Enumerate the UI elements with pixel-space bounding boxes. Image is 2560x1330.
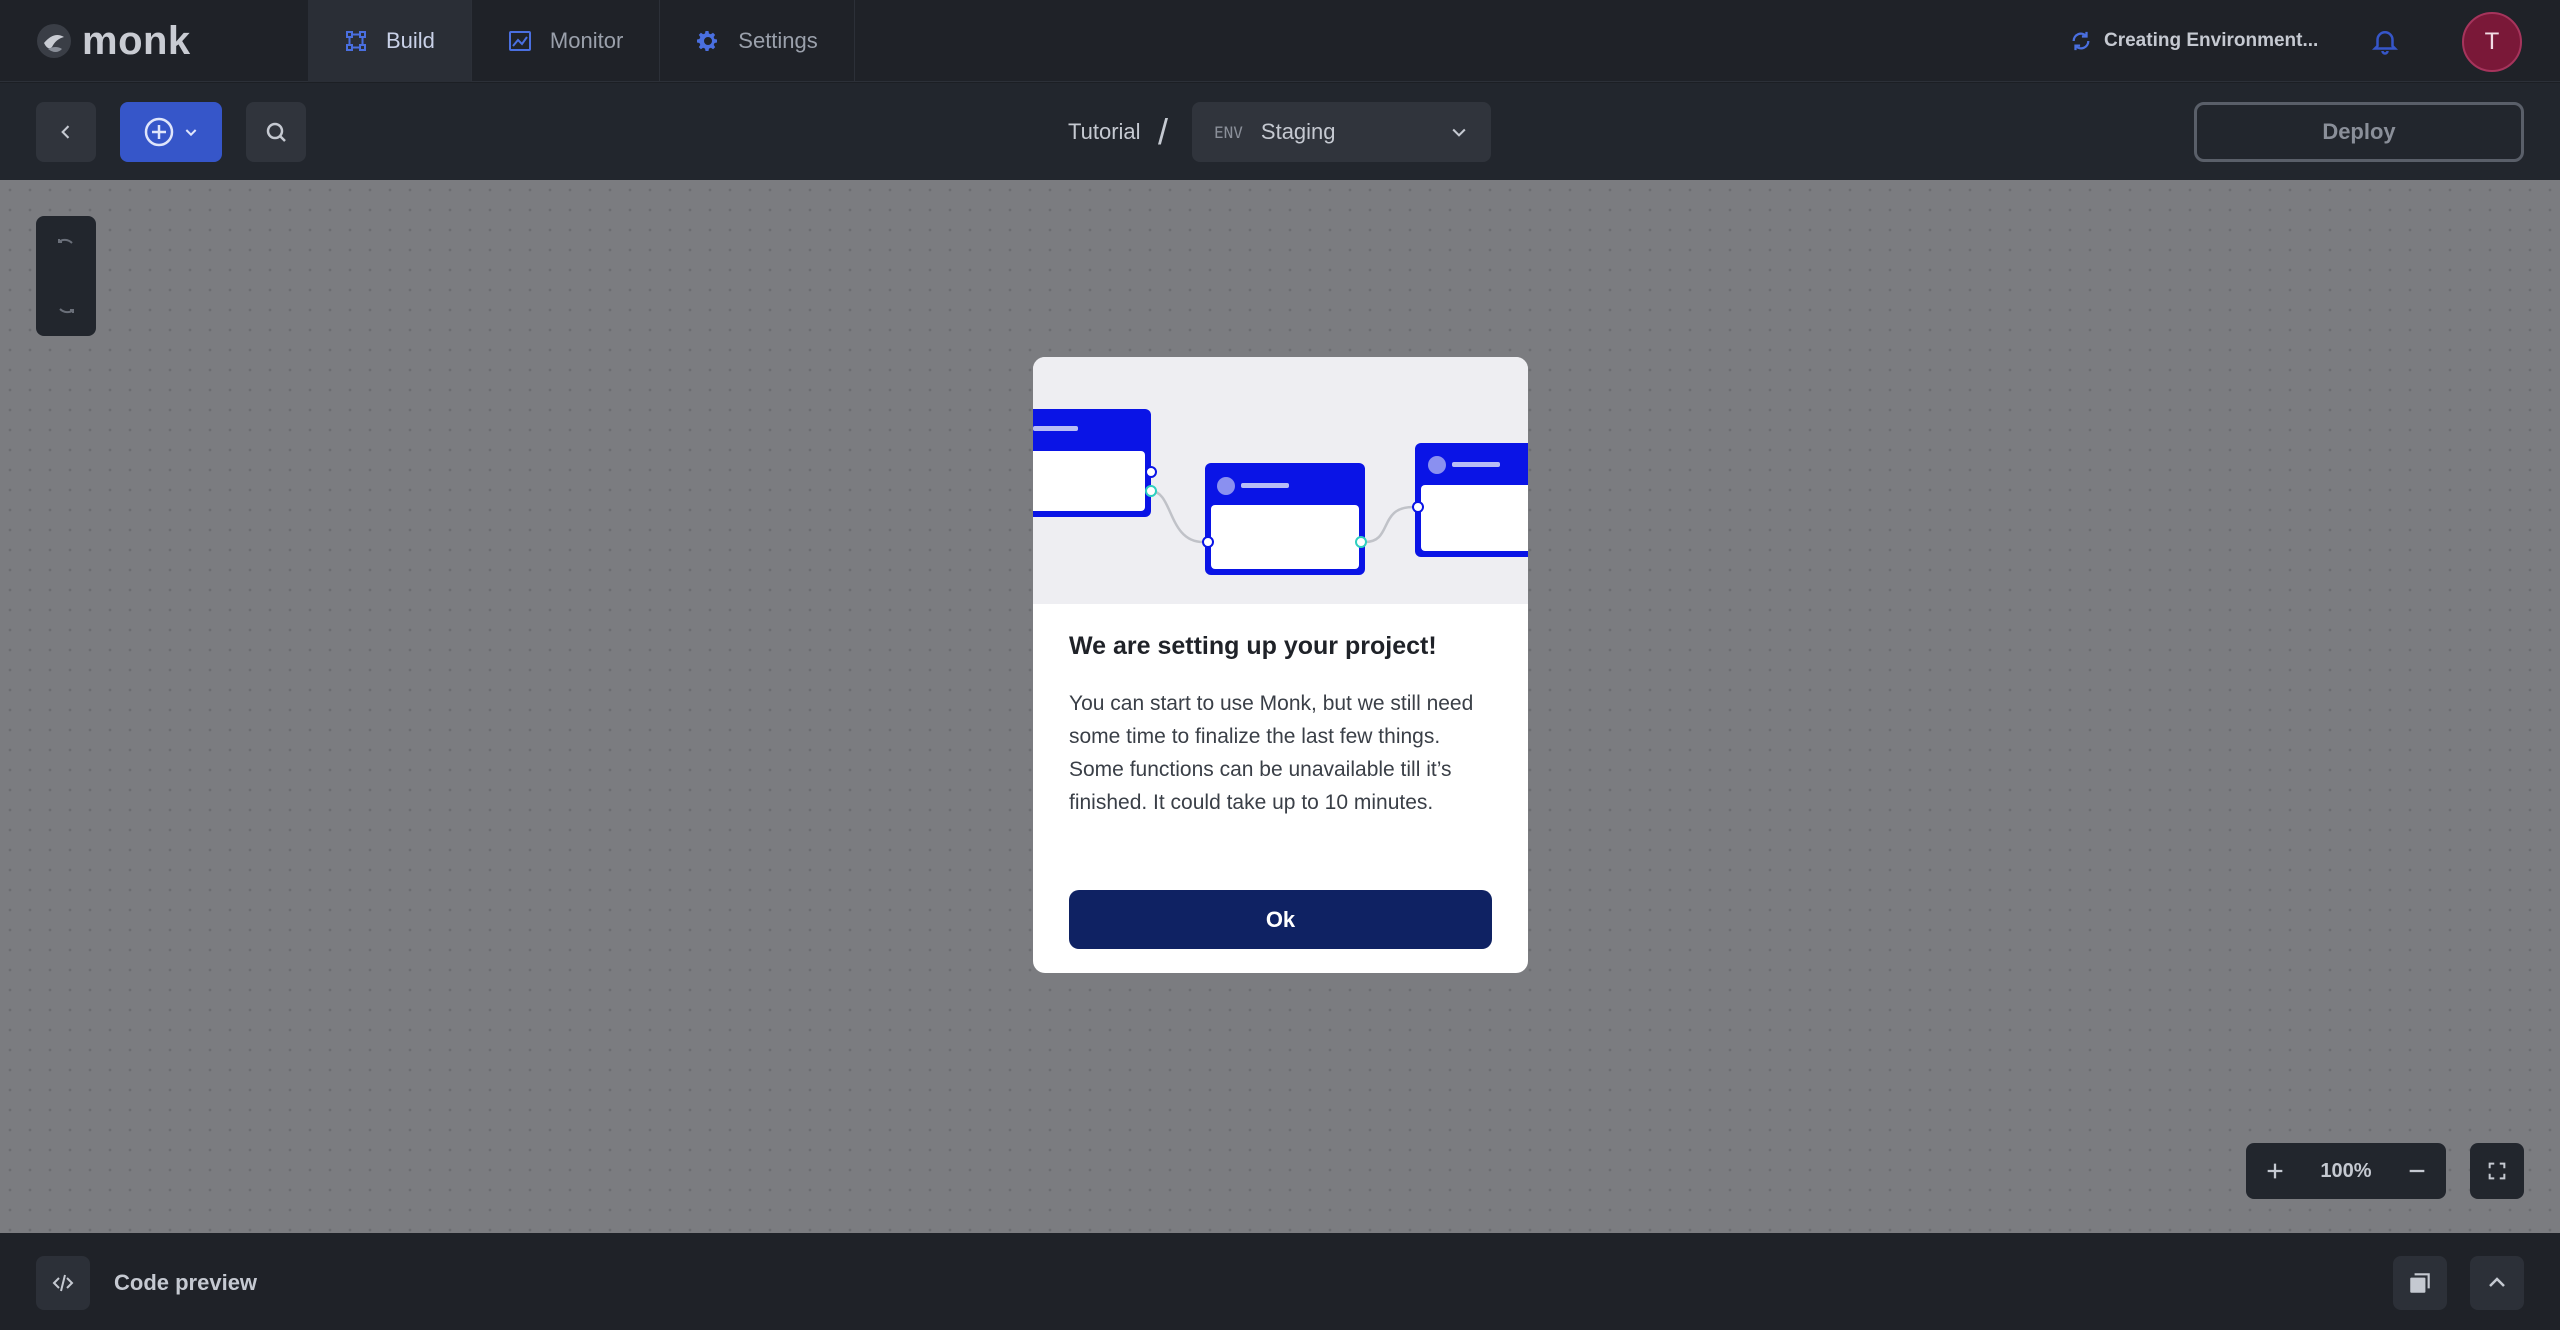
monk-logo[interactable]: monk	[34, 18, 191, 64]
bottom-panel-bar: Code preview	[0, 1233, 2560, 1330]
ok-button[interactable]: Ok	[1069, 890, 1492, 949]
setup-dialog: We are setting up your project! You can …	[1033, 357, 1528, 973]
dialog-body: You can start to use Monk, but we still …	[1069, 692, 1474, 814]
fit-view-button[interactable]	[2470, 1143, 2524, 1199]
code-preview-button[interactable]	[36, 1256, 90, 1310]
sync-icon	[2072, 31, 2090, 51]
gear-icon	[697, 31, 718, 51]
avatar-initial: T	[2484, 28, 2500, 55]
zoom-level: 100%	[2320, 1159, 2372, 1182]
chevron-down-icon	[185, 129, 197, 137]
code-preview-label[interactable]: Code preview	[114, 1270, 257, 1296]
tab-monitor[interactable]: Monitor	[472, 0, 661, 82]
history-panel	[36, 216, 96, 336]
back-button[interactable]	[36, 102, 96, 162]
setup-illustration	[1033, 357, 1528, 604]
expand-icon	[2488, 1162, 2506, 1180]
status-text: Creating Environment...	[2104, 30, 2319, 51]
chevron-down-icon	[1452, 128, 1466, 137]
monk-logo-icon	[37, 24, 71, 58]
redo-icon	[59, 308, 74, 314]
expand-panel-button[interactable]	[2470, 1256, 2524, 1310]
main-tabs: Build Monitor Settings	[308, 0, 855, 82]
ok-label: Ok	[1265, 906, 1296, 932]
chevron-left-icon	[61, 125, 70, 139]
search-button[interactable]	[246, 102, 306, 162]
environment-select[interactable]: ENV Staging	[1192, 102, 1491, 162]
bell-icon[interactable]	[2370, 26, 2400, 56]
build-icon	[346, 31, 366, 51]
tab-monitor-label: Monitor	[549, 28, 624, 53]
zoom-out-icon[interactable]	[2406, 1160, 2428, 1182]
tab-settings[interactable]: Settings	[660, 0, 855, 82]
tab-build[interactable]: Build	[308, 0, 472, 82]
user-avatar[interactable]: T	[2462, 12, 2522, 72]
add-component-button[interactable]	[120, 102, 222, 162]
panel-icon	[2410, 1273, 2430, 1293]
top-navigation-bar: monk Build Monitor Settings Creating Env…	[0, 0, 2560, 82]
zoom-controls: 100%	[2246, 1143, 2446, 1199]
editor-toolbar: Tutorial / ENV Staging Deploy	[0, 83, 2560, 180]
dock-panel-button[interactable]	[2393, 1256, 2447, 1310]
tab-build-label: Build	[386, 28, 435, 53]
deploy-button[interactable]: Deploy	[2194, 102, 2524, 162]
monitor-icon	[508, 31, 531, 51]
workflow-illustration	[1033, 409, 1528, 575]
redo-button[interactable]	[36, 276, 96, 336]
undo-icon	[58, 238, 73, 244]
search-icon	[266, 122, 286, 142]
dialog-title: We are setting up your project!	[1069, 632, 1437, 660]
env-tag: ENV	[1214, 122, 1243, 142]
logo-text: monk	[82, 18, 191, 63]
breadcrumb-project[interactable]: Tutorial	[1068, 119, 1141, 145]
code-icon	[52, 1274, 74, 1292]
plus-circle-icon	[144, 117, 174, 147]
breadcrumb-separator: /	[1158, 111, 1169, 152]
undo-button[interactable]	[36, 216, 96, 276]
env-name: Staging	[1260, 119, 1336, 144]
chevron-up-icon	[2489, 1277, 2505, 1287]
tab-settings-label: Settings	[738, 28, 818, 53]
zoom-in-icon[interactable]	[2264, 1160, 2286, 1182]
deploy-label: Deploy	[2322, 119, 2396, 144]
environment-status: Creating Environment...	[2070, 26, 2318, 56]
